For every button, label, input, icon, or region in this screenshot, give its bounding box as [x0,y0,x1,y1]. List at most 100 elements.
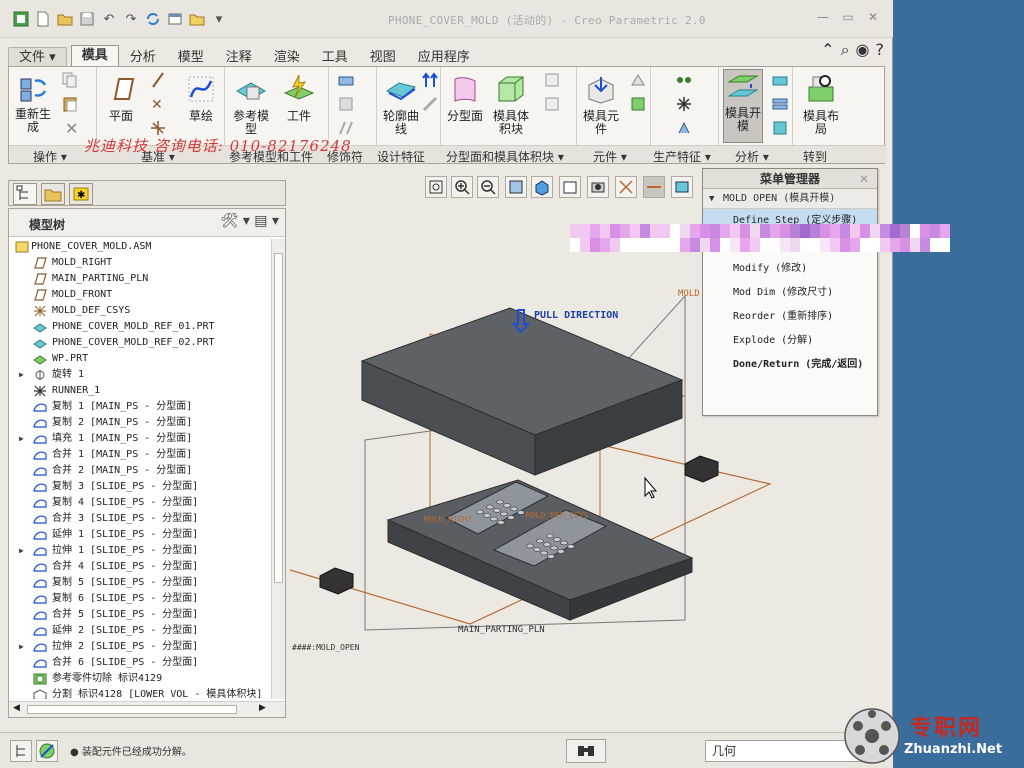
help-icon[interactable]: ? [876,40,885,60]
runner-icon[interactable] [675,71,693,89]
draft-check-icon[interactable] [771,71,789,89]
tree-vertical-scrollbar[interactable] [271,239,285,699]
tree-horizontal-scrollbar[interactable]: ◀ ▶ [9,701,285,717]
point-icon[interactable]: ✕ [149,95,167,113]
tree-item[interactable]: PHONE_COVER_MOLD_REF_01.PRT [9,319,271,335]
tree-item[interactable]: 复制 6 [SLIDE_PS - 分型面] [9,591,271,607]
annotation-display-icon[interactable] [643,176,665,198]
tree-item[interactable]: 合并 4 [SLIDE_PS - 分型面] [9,559,271,575]
group-label-goto[interactable]: 转到 [803,148,827,165]
tree-item[interactable]: 合并 6 [SLIDE_PS - 分型面] [9,655,271,671]
mold-component-button[interactable]: 模具元件 [579,73,623,136]
group-label-parting[interactable]: 分型面和模具体积块 ▾ [446,148,564,165]
group-label-components[interactable]: 元件 ▾ [593,148,627,165]
menu-item-mod-dim[interactable]: Mod Dim (修改尺寸) [703,281,877,305]
collapse-ribbon-icon[interactable]: ⌃ [821,40,834,60]
group-label-analysis[interactable]: 分析 ▾ [735,148,769,165]
expand-triangle-icon[interactable]: ▶ [19,367,29,383]
minimize-icon[interactable]: — [815,10,831,26]
undo-icon[interactable]: ↶ [100,10,118,28]
parting-surface-button[interactable]: 分型面 [447,73,483,123]
browser-toggle-icon[interactable] [36,740,58,762]
spin-center-icon[interactable] [671,176,693,198]
tree-item[interactable]: ▶ 填充 1 [MAIN_PS - 分型面] [9,431,271,447]
tree-item[interactable]: 复制 3 [SLIDE_PS - 分型面] [9,479,271,495]
tab-tools[interactable]: 工具 [311,47,359,67]
tree-hscroll-thumb[interactable] [27,705,237,714]
axis-icon[interactable] [149,71,167,89]
mold-volume-button[interactable]: 模具体积块 [491,73,531,136]
regenerate-icon[interactable] [144,10,162,28]
tree-scroll-thumb[interactable] [274,253,283,583]
tab-annotate[interactable]: 注释 [215,47,263,67]
tree-item[interactable]: MOLD_RIGHT [9,255,271,271]
scroll-left-icon[interactable]: ◀ [13,703,20,713]
tree-item[interactable]: 复制 5 [SLIDE_PS - 分型面] [9,575,271,591]
tree-item[interactable]: 延伸 1 [SLIDE_PS - 分型面] [9,527,271,543]
tree-item[interactable]: 合并 1 [MAIN_PS - 分型面] [9,447,271,463]
close-icon[interactable]: ✕ [865,10,881,26]
tree-item[interactable]: 合并 5 [SLIDE_PS - 分型面] [9,607,271,623]
close-window-icon[interactable] [188,10,206,28]
folder-browser-tab[interactable] [41,183,65,205]
workpiece-button[interactable]: 工件 [277,73,321,123]
menu-item-explode[interactable]: Explode (分解) [703,329,877,353]
mold-layout-button[interactable]: 模具布局 [801,73,841,136]
delete-icon[interactable]: ✕ [65,119,78,138]
ejector-icon[interactable] [675,119,693,137]
menu-item-reorder[interactable]: Reorder (重新排序) [703,305,877,329]
ref-model-button[interactable]: 参考模型 [229,73,273,136]
saved-views-icon[interactable] [559,176,581,198]
silhouette-icon[interactable] [421,71,439,89]
tree-item[interactable]: PHONE_COVER_MOLD_REF_02.PRT [9,335,271,351]
profile-curve-button[interactable]: 轮廓曲线 [379,73,423,136]
component-icon[interactable] [629,95,647,113]
zoom-out-icon[interactable] [477,176,499,198]
navigator-toggle-icon[interactable] [10,740,32,762]
display-style-icon[interactable] [531,176,553,198]
tab-analysis[interactable]: 分析 [119,47,167,67]
tree-item[interactable]: 合并 2 [MAIN_PS - 分型面] [9,463,271,479]
tree-item[interactable]: 复制 2 [MAIN_PS - 分型面] [9,415,271,431]
tree-item[interactable]: MAIN_PARTING_PLN [9,271,271,287]
copy-icon[interactable] [61,71,79,89]
tree-item[interactable]: 合并 3 [SLIDE_PS - 分型面] [9,511,271,527]
search-icon[interactable]: ⌕ [841,40,850,60]
shrink-icon[interactable] [337,95,355,113]
regenerate-button[interactable]: 重新生成 [13,71,53,134]
zoom-in-icon[interactable] [451,176,473,198]
tab-file[interactable]: 文件 ▾ [8,47,67,67]
menu-manager-submenu[interactable]: ▼ MOLD OPEN (模具开模) [703,189,877,209]
tree-item[interactable]: 延伸 2 [SLIDE_PS - 分型面] [9,623,271,639]
expand-triangle-icon[interactable]: ▶ [19,431,29,447]
waterline-icon[interactable] [675,95,693,113]
tab-model[interactable]: 模型 [167,47,215,67]
tree-item[interactable]: 复制 4 [SLIDE_PS - 分型面] [9,495,271,511]
maximize-icon[interactable]: ▭ [840,10,856,26]
repaint-icon[interactable] [505,176,527,198]
tab-mold[interactable]: 模具 [70,45,119,67]
mold-open-button[interactable]: 模具开模 [723,69,763,143]
paste-icon[interactable] [61,95,79,113]
close-icon[interactable]: ✕ [859,169,869,189]
smart-select-button[interactable] [566,739,606,763]
datum-display-icon[interactable] [615,176,637,198]
tree-item[interactable]: WP.PRT [9,351,271,367]
tree-settings-icon[interactable]: 🛠 ▾ ▤ ▾ [221,213,279,229]
volume-split-icon[interactable] [543,71,561,89]
tree-item[interactable]: 分割 标识4128 [LOWER_VOL - 模具体积块] [9,687,271,699]
open-folder-icon[interactable] [56,10,74,28]
group-label-production[interactable]: 生产特征 ▾ [653,148,711,165]
community-icon[interactable]: ◉ [856,40,870,60]
menu-item-modify[interactable]: Modify (修改) [703,257,877,281]
tree-item[interactable]: ▶ 拉伸 2 [SLIDE_PS - 分型面] [9,639,271,655]
group-label-operations[interactable]: 操作 ▾ [33,148,67,165]
refit-icon[interactable] [425,176,447,198]
group-label-design-features[interactable]: 设计特征 [377,148,425,165]
volume-extract-icon[interactable] [543,95,561,113]
favorites-tab[interactable]: ✱ [69,183,93,205]
thickness-check-icon[interactable] [771,95,789,113]
tree-item[interactable]: ▶ 旋转 1 [9,367,271,383]
tree-item[interactable]: 参考零件切除 标识4129 [9,671,271,687]
tab-applications[interactable]: 应用程序 [407,47,481,67]
